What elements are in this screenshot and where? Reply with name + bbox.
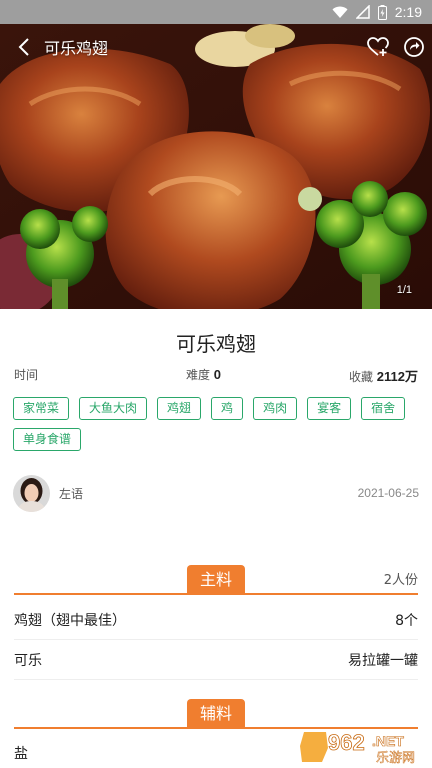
watermark-cn: 乐游网 — [376, 751, 415, 764]
favorites-label: 收藏 — [348, 370, 373, 384]
tag-item[interactable]: 鸡 — [211, 397, 244, 420]
main-ingredients-header: 主料 2人份 — [14, 563, 418, 595]
share-icon — [404, 37, 424, 57]
publish-date: 2021-06-25 — [357, 486, 419, 500]
tag-item[interactable]: 单身食谱 — [13, 428, 82, 451]
difficulty: 难度 0 — [186, 366, 221, 385]
ingredient-name: 可乐 — [14, 652, 42, 669]
site-watermark: 962 .NET 乐游网 — [298, 728, 428, 766]
nav-title: 可乐鸡翅 — [44, 39, 109, 58]
top-nav-bar: 可乐鸡翅 — [0, 24, 432, 70]
author-row: 左语 2021-06-25 — [13, 474, 419, 512]
watermark-number: 962 — [328, 730, 365, 755]
watermark-suffix: .NET — [372, 733, 404, 749]
secondary-ingredients-header: 辅料 — [14, 697, 418, 729]
wifi-icon — [332, 6, 348, 19]
time-label: 时间 — [14, 368, 39, 382]
ingredient-amount: 8个 — [395, 612, 418, 629]
favorite-button[interactable] — [360, 24, 396, 70]
main-ingredients-heading: 主料 — [186, 565, 246, 595]
ingredient-amount: 易拉罐一罐 — [348, 652, 418, 669]
battery-icon — [377, 4, 387, 20]
tag-item[interactable]: 宴客 — [307, 397, 352, 420]
favorites-value: 2112万 — [376, 369, 418, 384]
servings: 2人份 — [383, 573, 418, 588]
recipe-meta: 时间 难度 0 收藏 2112万 — [14, 366, 418, 385]
tag-item[interactable]: 大鱼大肉 — [79, 397, 148, 420]
ingredient-name: 盐 — [14, 746, 28, 762]
heart-plus-icon — [367, 37, 389, 56]
tag-item[interactable]: 宿舍 — [361, 397, 406, 420]
tag-item[interactable]: 家常菜 — [13, 397, 70, 420]
chevron-left-icon — [18, 38, 29, 56]
share-button[interactable] — [396, 24, 432, 70]
difficulty-label: 难度 — [185, 368, 210, 382]
status-bar: 2:19 — [0, 0, 432, 24]
status-time: 2:19 — [394, 4, 422, 20]
ingredient-row: 鸡翅（翅中最佳） 8个 — [14, 600, 418, 640]
tag-list: 家常菜 大鱼大肉 鸡翅 鸡 鸡肉 宴客 宿舍 单身食谱 — [13, 397, 423, 459]
favorites: 收藏 2112万 — [349, 366, 418, 385]
tag-item[interactable]: 鸡肉 — [253, 397, 298, 420]
image-counter: 1/1 — [396, 284, 412, 296]
avatar[interactable] — [13, 474, 50, 512]
ingredient-row: 可乐 易拉罐一罐 — [14, 640, 418, 680]
signal-icon — [355, 5, 370, 19]
tag-item[interactable]: 鸡翅 — [157, 397, 202, 420]
secondary-ingredients-heading: 辅料 — [186, 699, 246, 729]
recipe-title: 可乐鸡翅 — [176, 332, 256, 356]
difficulty-value: 0 — [213, 367, 222, 382]
author-name[interactable]: 左语 — [59, 485, 83, 502]
ingredient-name: 鸡翅（翅中最佳） — [14, 612, 126, 629]
back-button[interactable] — [4, 24, 44, 70]
